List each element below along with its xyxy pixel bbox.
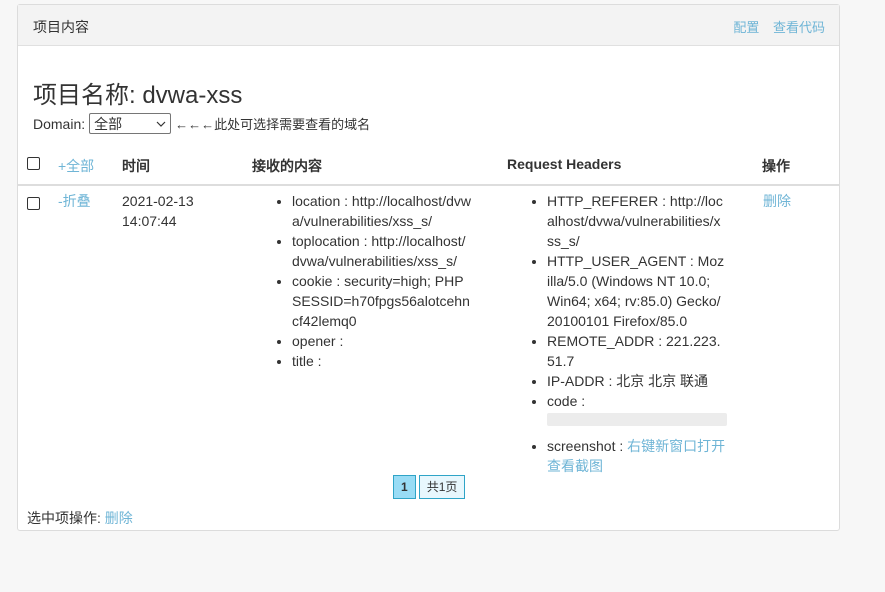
content-title: title : bbox=[292, 351, 472, 371]
row-time: 2021-02-13 14:07:44 bbox=[122, 191, 194, 231]
config-link[interactable]: 配置 bbox=[733, 20, 759, 35]
panel-header: 项目内容 配置 查看代码 bbox=[18, 5, 839, 46]
chevron-down-icon bbox=[156, 121, 166, 127]
pagination: 1 共1页 bbox=[393, 475, 466, 499]
column-request-headers: Request Headers bbox=[507, 156, 622, 172]
header-referer: HTTP_REFERER : http://localhost/dvwa/vul… bbox=[547, 191, 727, 251]
code-label: code : bbox=[547, 393, 586, 409]
project-content-panel: 项目内容 配置 查看代码 项目名称: dvwa-xss Domain: 全部 ←… bbox=[17, 4, 840, 531]
header-screenshot: screenshot : 右键新窗口打开查看截图 bbox=[547, 436, 727, 476]
header-code: code : bbox=[547, 391, 727, 426]
header-ip-addr: IP-ADDR : 北京 北京 联通 bbox=[547, 371, 727, 391]
selected-actions-label: 选中项操作: bbox=[27, 510, 101, 526]
code-value-box bbox=[547, 413, 727, 426]
project-name-heading: 项目名称: dvwa-xss bbox=[33, 82, 243, 109]
select-all-checkbox[interactable] bbox=[27, 157, 40, 173]
header-links: 配置 查看代码 bbox=[723, 17, 825, 36]
panel-title: 项目内容 bbox=[33, 19, 89, 35]
row-date: 2021-02-13 bbox=[122, 193, 194, 209]
content-location: location : http://localhost/dvwa/vulnera… bbox=[292, 191, 472, 231]
page-current[interactable]: 1 bbox=[393, 475, 416, 499]
header-user-agent: HTTP_USER_AGENT : Mozilla/5.0 (Windows N… bbox=[547, 251, 727, 331]
row-checkbox[interactable] bbox=[27, 195, 40, 215]
table-header: +全部 时间 接收的内容 Request Headers 操作 bbox=[18, 153, 839, 186]
header-remote-addr: REMOTE_ADDR : 221.223.51.7 bbox=[547, 331, 727, 371]
domain-hint: ←←←此处可选择需要查看的域名 bbox=[175, 117, 371, 132]
expand-all-link[interactable]: +全部 bbox=[58, 156, 94, 176]
column-time: 时间 bbox=[122, 158, 150, 174]
row-request-headers: HTTP_REFERER : http://localhost/dvwa/vul… bbox=[527, 191, 727, 476]
content-opener: opener : bbox=[292, 331, 472, 351]
column-actions: 操作 bbox=[762, 158, 790, 174]
view-code-link[interactable]: 查看代码 bbox=[773, 20, 825, 35]
delete-row-link[interactable]: 删除 bbox=[763, 191, 791, 211]
content-toplocation: toplocation : http://localhost/dvwa/vuln… bbox=[292, 231, 472, 271]
domain-select[interactable]: 全部 bbox=[89, 113, 172, 134]
selected-actions: 选中项操作: 删除 bbox=[27, 508, 133, 528]
content-cookie: cookie : security=high; PHPSESSID=h70fpg… bbox=[292, 271, 472, 331]
screenshot-label: screenshot : bbox=[547, 438, 624, 454]
domain-label: Domain: bbox=[33, 115, 86, 132]
collapse-link[interactable]: -折叠 bbox=[58, 191, 91, 211]
domain-filter: Domain: 全部 ←←←此处可选择需要查看的域名 bbox=[33, 113, 370, 134]
delete-selected-link[interactable]: 删除 bbox=[105, 510, 133, 526]
row-clock: 14:07:44 bbox=[122, 213, 177, 229]
page-total: 共1页 bbox=[418, 475, 466, 499]
column-content: 接收的内容 bbox=[252, 158, 322, 174]
domain-selected-value: 全部 bbox=[94, 115, 123, 132]
row-content: location : http://localhost/dvwa/vulnera… bbox=[272, 191, 472, 371]
